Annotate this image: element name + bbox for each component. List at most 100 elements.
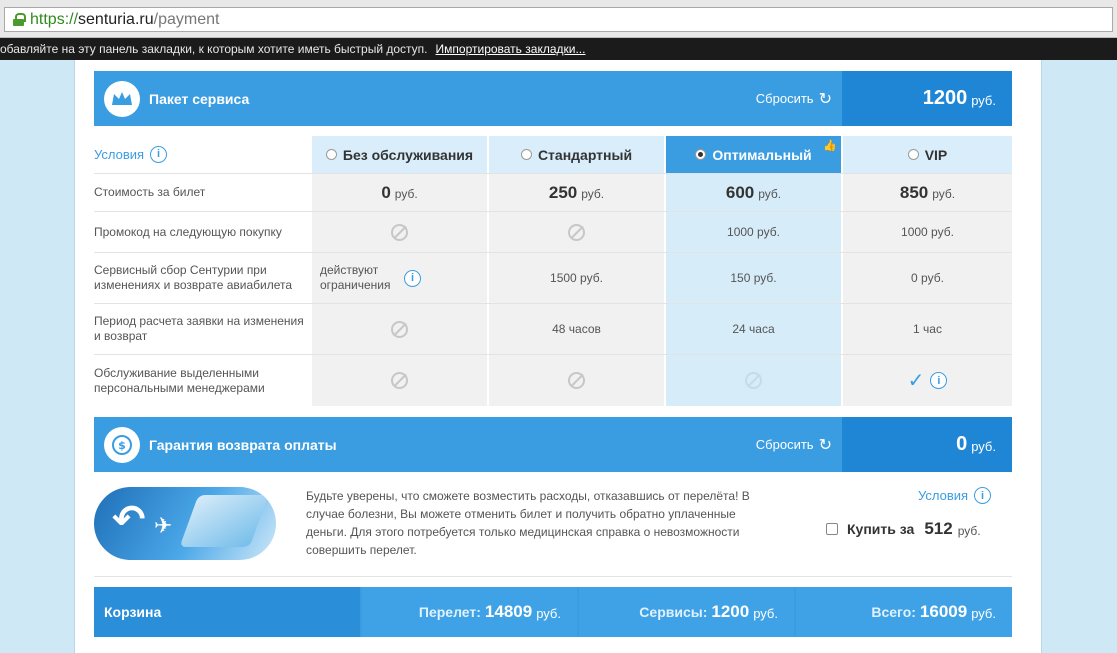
crown-icon <box>104 80 140 117</box>
cost-label: Стоимость за билет <box>94 185 206 199</box>
services-value: 1200 <box>711 602 750 621</box>
guarantee-price-value: 0 <box>956 433 968 455</box>
buy-guarantee-option[interactable]: Купить за 512 руб. <box>826 519 981 539</box>
guarantee-price-currency: руб. <box>971 439 996 454</box>
radio-icon <box>325 149 337 160</box>
fee-vip: 0 руб. <box>843 253 1012 303</box>
period-optimal: 24 часа <box>666 304 841 354</box>
flight-label: Перелет: <box>418 604 481 620</box>
not-available-icon <box>568 223 585 241</box>
guarantee-price: 0 руб. <box>842 417 1012 472</box>
info-icon[interactable]: i <box>150 146 168 163</box>
managers-vip: ✓ i <box>843 355 1012 406</box>
cost-standard: 250 руб. <box>489 174 664 211</box>
conditions-label: Условия <box>918 488 969 503</box>
info-icon[interactable]: i <box>404 269 421 287</box>
period-label: Период расчета заявки на изменения и воз… <box>94 314 304 343</box>
cost-value: 600 <box>725 182 755 202</box>
conditions-link[interactable]: Условия i <box>94 136 310 173</box>
service-reset-button[interactable]: Сбросить ↻ <box>756 89 832 109</box>
currency: руб. <box>394 187 418 201</box>
managers-optimal <box>666 355 841 406</box>
promo-vip: 1000 руб. <box>843 212 1012 252</box>
service-price-value: 1200 <box>922 87 968 109</box>
url-scheme: https:// <box>30 10 79 28</box>
cart-title: Корзина <box>94 587 360 637</box>
buy-amount: 512 <box>924 519 953 538</box>
flight-value: 14809 <box>484 602 533 621</box>
cost-optimal: 600 руб. <box>666 174 841 211</box>
info-icon[interactable]: i <box>930 372 948 389</box>
service-price: 1200 руб. <box>842 71 1012 126</box>
service-package-title: Пакет сервиса <box>149 90 250 107</box>
plan-option-vip[interactable]: VIP <box>843 136 1012 173</box>
refund-illustration: ↶ ✈ <box>94 487 276 560</box>
currency: руб. <box>753 606 778 621</box>
buy-currency: руб. <box>957 523 981 538</box>
cart-services: Сервисы: 1200 руб. <box>579 587 794 637</box>
cost-vip: 850 руб. <box>843 174 1012 211</box>
currency: руб. <box>581 187 605 201</box>
plan-option-optimal[interactable]: Оптимальный 👍 <box>666 136 841 173</box>
svg-text:$: $ <box>118 439 126 452</box>
promo-label: Промокод на следующую покупку <box>94 224 282 239</box>
plan-option-none[interactable]: Без обслуживания <box>312 136 487 173</box>
buy-guarantee-checkbox[interactable] <box>826 523 838 535</box>
fee-none: действуют ограничения i <box>312 253 487 303</box>
reset-label: Сбросить <box>755 437 814 452</box>
url-host: senturia.ru <box>78 10 154 28</box>
cost-value: 0 <box>381 182 391 202</box>
radio-selected-icon <box>695 149 707 160</box>
buy-label: Купить за <box>847 521 915 537</box>
managers-none <box>312 355 487 406</box>
not-available-icon <box>568 372 585 389</box>
service-price-currency: руб. <box>971 93 996 108</box>
url-field[interactable]: https:// senturia.ru /payment <box>4 7 1113 32</box>
lock-icon <box>13 13 26 26</box>
total-label: Всего: <box>871 604 916 620</box>
currency: руб. <box>932 187 956 201</box>
return-arrow-icon: ↶ <box>112 498 146 542</box>
guarantee-conditions-link[interactable]: Условия i <box>918 487 992 504</box>
cost-value: 250 <box>548 182 578 202</box>
cart-total: Всего: 16009 руб. <box>796 587 1012 637</box>
not-available-icon <box>745 372 762 389</box>
services-label: Сервисы: <box>639 604 708 620</box>
service-package-header: Пакет сервиса Сбросить ↻ 1200 руб. <box>94 71 1012 126</box>
refresh-icon: ↻ <box>818 436 832 454</box>
not-available-icon <box>391 223 408 241</box>
plan-name: Без обслуживания <box>342 146 474 163</box>
divider <box>94 576 1012 577</box>
cost-value: 850 <box>899 182 929 202</box>
thumbs-up-icon: 👍 <box>823 140 837 152</box>
currency: руб. <box>536 606 561 621</box>
info-icon[interactable]: i <box>974 487 992 504</box>
import-bookmarks-link[interactable]: Импортировать закладки... <box>436 42 586 56</box>
promo-standard <box>489 212 664 252</box>
promo-row: Промокод на следующую покупку 1000 руб. … <box>94 212 1012 253</box>
airplane-icon: ✈ <box>154 513 173 538</box>
plans-header-row: Условия i Без обслуживания Стандартный О… <box>94 136 1012 174</box>
reset-label: Сбросить <box>755 91 814 106</box>
managers-standard <box>489 355 664 406</box>
fee-none-text: действуют ограничения <box>320 263 391 292</box>
bookmarks-hint: обавляйте на эту панель закладки, к кото… <box>0 42 428 56</box>
radio-icon <box>520 149 532 160</box>
not-available-icon <box>391 372 408 389</box>
currency: руб. <box>758 187 782 201</box>
not-available-icon <box>391 320 408 338</box>
managers-row: Обслуживание выделенными персональными м… <box>94 355 1012 406</box>
guarantee-description: Будьте уверены, что сможете возместить р… <box>306 489 750 557</box>
period-standard: 48 часов <box>489 304 664 354</box>
fee-row: Сервисный сбор Сентурии при изменениях и… <box>94 253 1012 304</box>
cost-row: Стоимость за билет 0 руб. 250 руб. 600 руб.… <box>94 174 1012 212</box>
guarantee-reset-button[interactable]: Сбросить ↻ <box>756 435 832 455</box>
browser-address-bar: https:// senturia.ru /payment <box>0 0 1117 38</box>
currency: руб. <box>971 606 996 621</box>
plan-name: VIP <box>924 146 948 163</box>
total-value: 16009 <box>919 602 968 621</box>
conditions-label: Условия <box>94 147 145 162</box>
period-none <box>312 304 487 354</box>
plan-name: Стандартный <box>537 146 633 163</box>
plan-option-standard[interactable]: Стандартный <box>489 136 664 173</box>
